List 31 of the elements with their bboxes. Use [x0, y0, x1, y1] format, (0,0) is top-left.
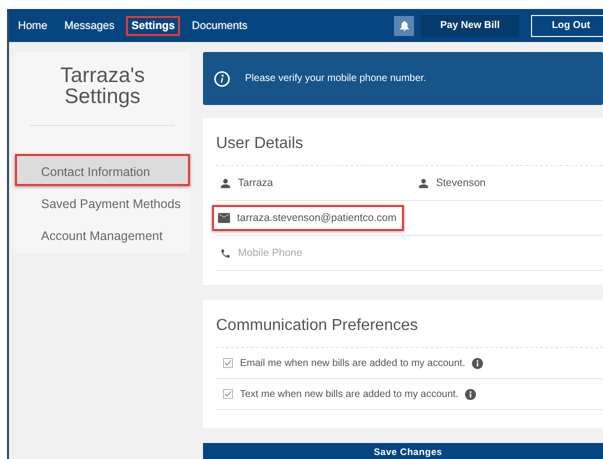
- nav-link[interactable]: Messages: [59, 16, 120, 36]
- bell-icon: [400, 20, 408, 30]
- option-label: Text me when new bills are added to my account.: [240, 388, 458, 400]
- checkbox[interactable]: [223, 358, 233, 368]
- save-changes-button[interactable]: Save Changes: [203, 442, 603, 459]
- sidebar-item[interactable]: Saved Payment Methods: [15, 186, 190, 218]
- banner-message: Please verify your mobile phone number.: [245, 73, 426, 84]
- section-heading: Communication Preferences: [216, 300, 603, 348]
- info-icon: [214, 70, 230, 86]
- info-icon[interactable]: [472, 358, 484, 368]
- input-field[interactable]: Stevenson: [436, 177, 586, 189]
- section-heading: User Details: [216, 118, 603, 166]
- person-icon: [418, 178, 429, 188]
- input-field[interactable]: Tarraza: [238, 177, 388, 189]
- checkbox[interactable]: [223, 389, 233, 399]
- input-field[interactable]: tarraza.stevenson@patientco.com: [212, 205, 404, 231]
- nav-link[interactable]: Home: [13, 16, 52, 36]
- nav-link[interactable]: Settings: [126, 16, 180, 36]
- phone-icon: [220, 248, 231, 258]
- input-field[interactable]: Mobile Phone: [238, 247, 388, 259]
- sidebar-item[interactable]: Account Management: [15, 218, 190, 250]
- person-icon: [220, 178, 231, 188]
- pay-new-bill-button[interactable]: Pay New Bill: [421, 14, 519, 36]
- info-icon[interactable]: [465, 388, 476, 400]
- nav-link[interactable]: Documents: [186, 16, 253, 36]
- log-out-button[interactable]: Log Out: [531, 14, 603, 36]
- option-label: Email me when new bills are added to my account.: [240, 358, 466, 368]
- envelope-icon: [218, 213, 230, 223]
- sidebar-item[interactable]: Contact Information: [15, 154, 190, 186]
- settings-title: Tarraza's Settings: [59, 65, 146, 107]
- notification-button[interactable]: [394, 16, 414, 36]
